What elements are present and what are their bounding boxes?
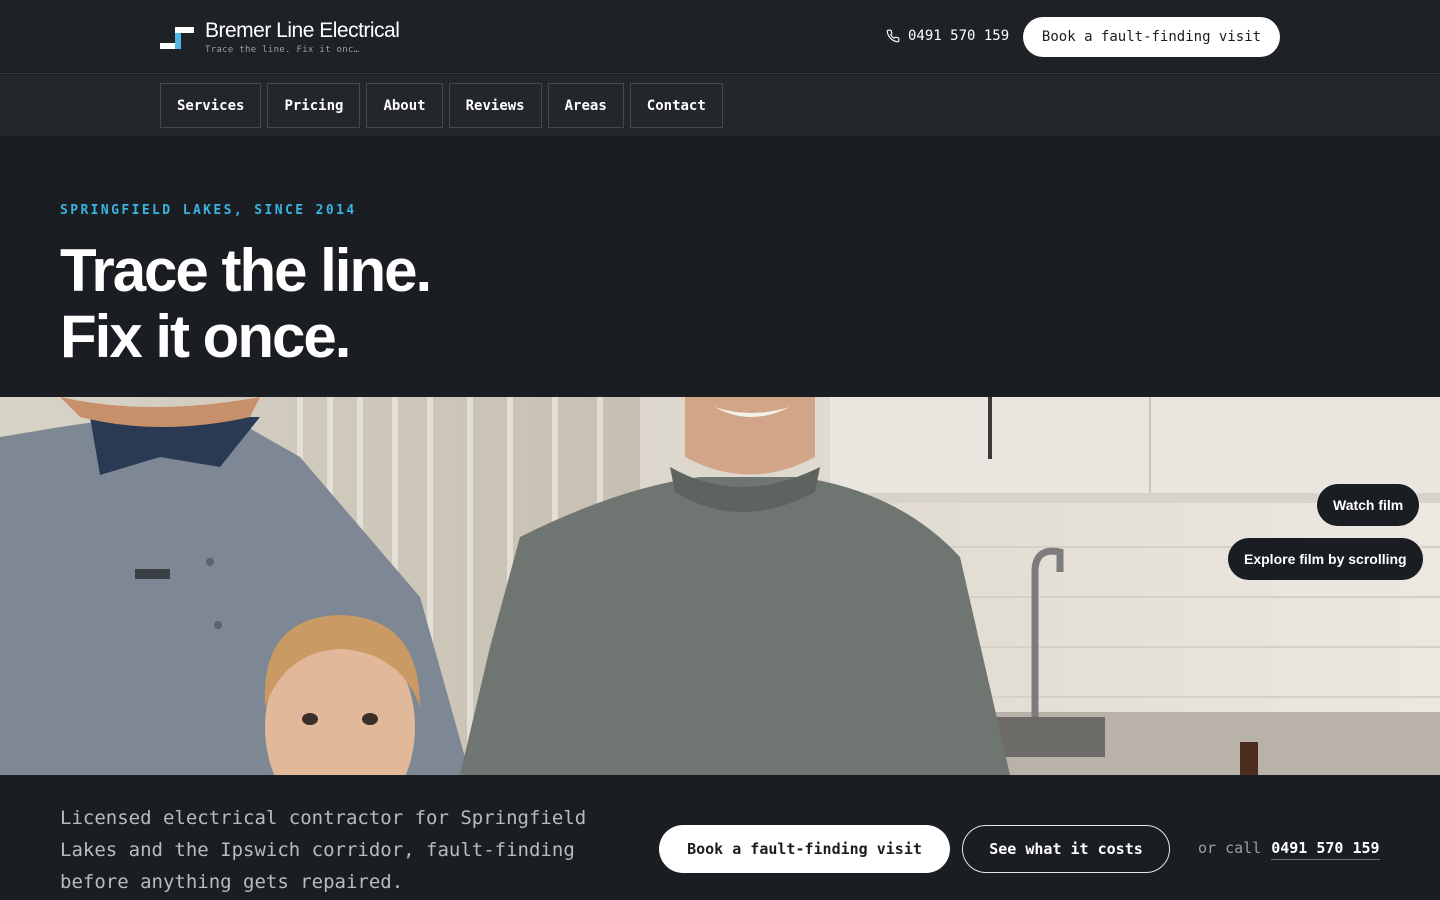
- main-navigation: Services Pricing About Reviews Areas Con…: [0, 75, 1440, 136]
- header-phone-number: 0491 570 159: [908, 28, 1010, 44]
- site-header: Bremer Line Electrical Trace the line. F…: [0, 0, 1440, 74]
- see-costs-button[interactable]: See what it costs: [962, 825, 1170, 873]
- hero-eyebrow: SPRINGFIELD LAKES, SINCE 2014: [60, 203, 357, 218]
- phone-icon: [886, 29, 900, 43]
- logo-mark-icon: [160, 23, 194, 53]
- or-call-label: or call: [1198, 839, 1262, 857]
- brand-home-link[interactable]: Bremer Line Electrical Trace the line. F…: [160, 19, 400, 56]
- header-phone-link[interactable]: 0491 570 159: [886, 28, 1009, 44]
- nav-item-pricing[interactable]: Pricing: [267, 83, 361, 128]
- or-call-group: or call 0491 570 159: [1198, 839, 1380, 860]
- nav-item-services[interactable]: Services: [160, 83, 262, 128]
- brand-tagline: Trace the line. Fix it onc…: [205, 45, 360, 55]
- nav-item-contact[interactable]: Contact: [629, 83, 723, 128]
- watch-film-button[interactable]: Watch film: [1316, 483, 1421, 527]
- hero-video[interactable]: Watch film Explore film by scrolling: [0, 397, 1440, 775]
- brand-name: Bremer Line Electrical: [205, 19, 400, 42]
- video-frame-illustration: [0, 397, 1440, 775]
- call-phone-link[interactable]: 0491 570 159: [1271, 839, 1380, 860]
- book-visit-button-header[interactable]: Book a fault-finding visit: [1023, 17, 1280, 57]
- headline-line-2: Fix it once.: [60, 303, 351, 370]
- hero-headline: Trace the line. Fix it once.: [60, 237, 432, 370]
- headline-line-1: Trace the line.: [60, 237, 432, 304]
- nav-item-areas[interactable]: Areas: [547, 83, 624, 128]
- intro-lede: Licensed electrical contractor for Sprin…: [60, 807, 587, 893]
- book-visit-button[interactable]: Book a fault-finding visit: [659, 825, 950, 873]
- nav-item-about[interactable]: About: [366, 83, 443, 128]
- brand-text: Bremer Line Electrical Trace the line. F…: [205, 19, 400, 56]
- explore-film-scroll-button[interactable]: Explore film by scrolling: [1227, 537, 1424, 581]
- nav-item-reviews[interactable]: Reviews: [448, 83, 542, 128]
